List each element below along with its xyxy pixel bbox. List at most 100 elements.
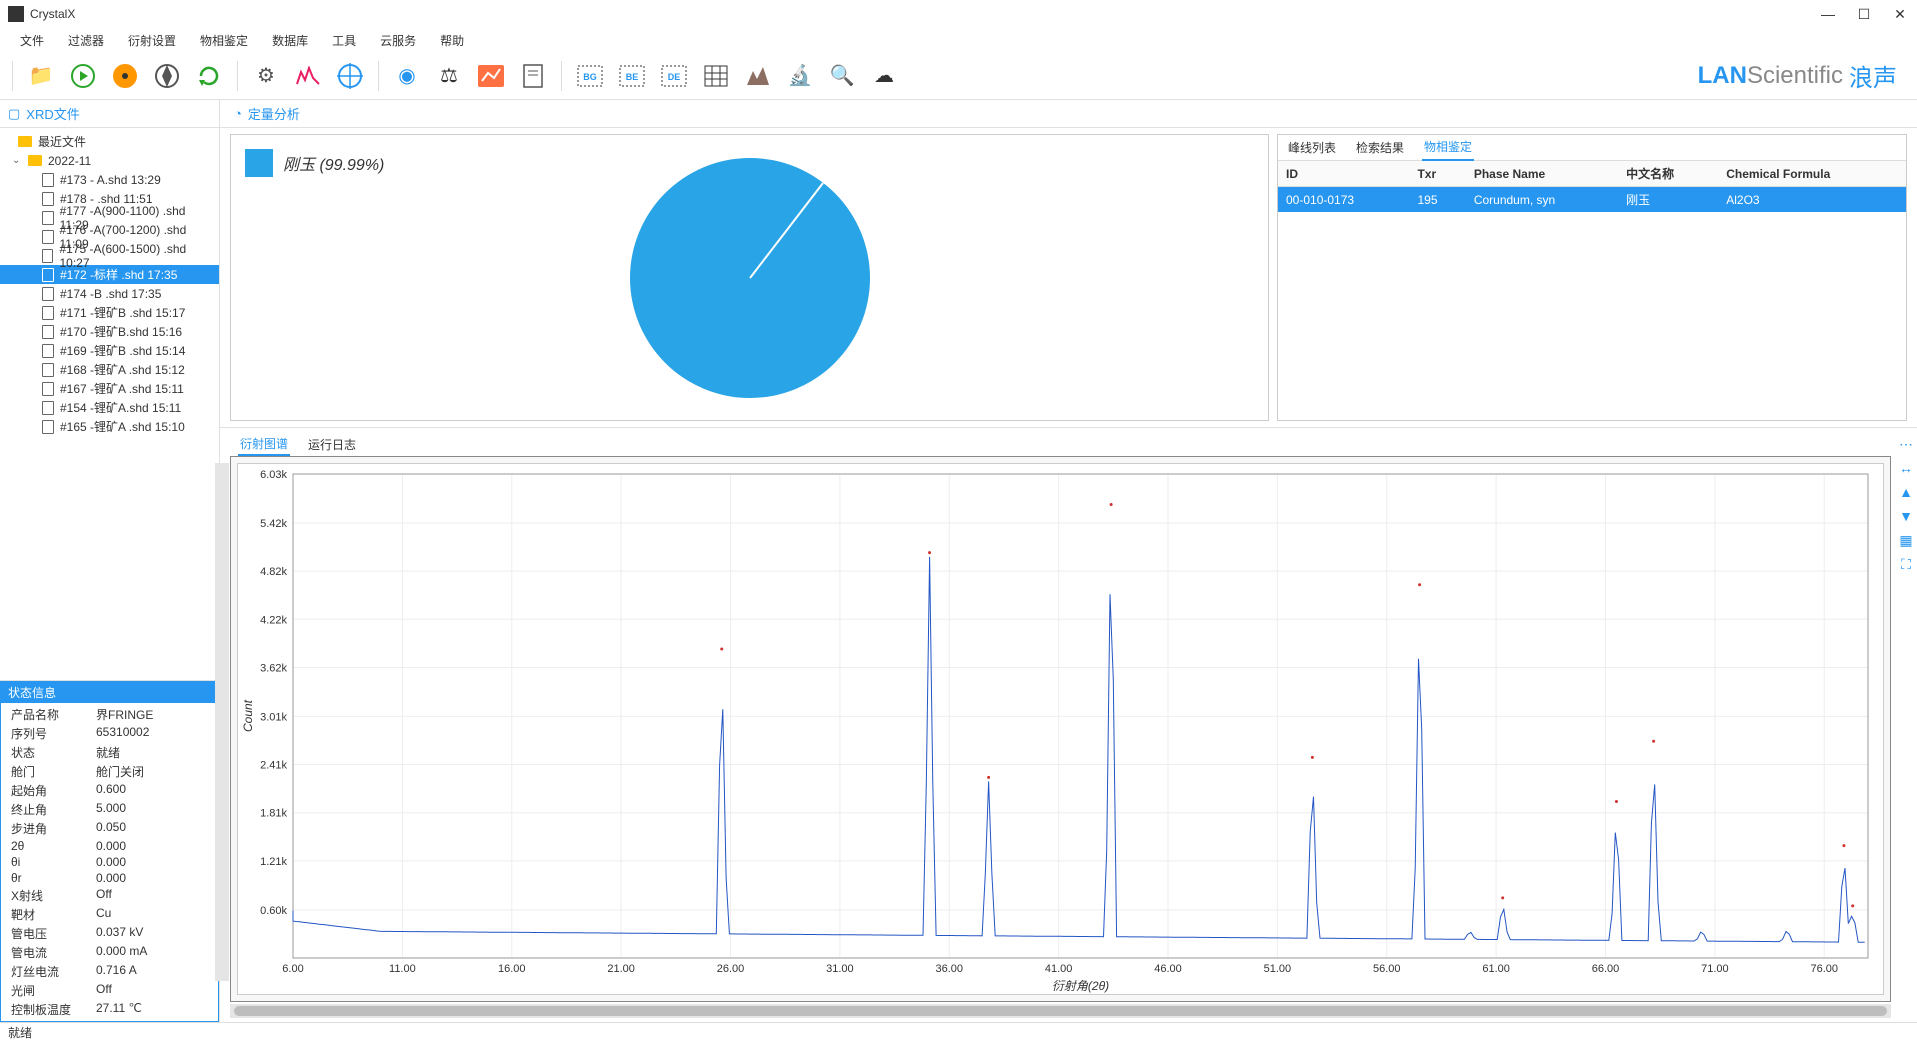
- tree-file-item[interactable]: #154 -锂矿A.shd 15:11: [0, 398, 219, 417]
- menu-item-3[interactable]: 物相鉴定: [190, 30, 258, 51]
- settings-button[interactable]: ⚙: [248, 58, 284, 94]
- status-row: 管电压0.037 kV: [1, 924, 218, 943]
- grid-button[interactable]: [698, 58, 734, 94]
- pie-chart-panel: 刚玉 (99.99%): [230, 134, 1269, 421]
- chart-vertical-scrollbar[interactable]: [215, 463, 229, 981]
- report-button[interactable]: [515, 58, 551, 94]
- pie-legend-label: 刚玉 (99.99%): [283, 151, 384, 175]
- be-button[interactable]: BE: [614, 58, 650, 94]
- tree-file-item[interactable]: #165 -锂矿A .shd 15:10: [0, 417, 219, 436]
- phase-table[interactable]: IDTxrPhase Name中文名称Chemical Formula00-01…: [1278, 161, 1906, 420]
- table-header[interactable]: Txr: [1409, 161, 1465, 187]
- status-row: 2θ0.000: [1, 838, 218, 854]
- menu-item-4[interactable]: 数据库: [262, 30, 318, 51]
- file-icon: [42, 344, 54, 358]
- status-bar-text: 就绪: [8, 1024, 32, 1041]
- fingerprint-button[interactable]: ◉: [389, 58, 425, 94]
- menu-item-0[interactable]: 文件: [10, 30, 54, 51]
- table-header[interactable]: Chemical Formula: [1718, 161, 1906, 187]
- phase-table-tabs: 峰线列表检索结果物相鉴定: [1278, 135, 1906, 161]
- trend-button[interactable]: [473, 58, 509, 94]
- svg-text:26.00: 26.00: [717, 963, 745, 975]
- analysis-button[interactable]: 🔬: [782, 58, 818, 94]
- svg-text:71.00: 71.00: [1701, 963, 1729, 975]
- pie-chart: [625, 153, 875, 403]
- tree-file-item[interactable]: #171 -锂矿B .shd 15:17: [0, 303, 219, 322]
- status-row: 终止角5.000: [1, 800, 218, 819]
- menu-item-5[interactable]: 工具: [322, 30, 366, 51]
- file-icon: [42, 325, 54, 339]
- table-row[interactable]: 00-010-0173195Corundum, syn刚玉Al2O3: [1278, 187, 1906, 213]
- chart-horizontal-scrollbar[interactable]: [230, 1004, 1891, 1018]
- tool-down-icon[interactable]: ▼: [1898, 508, 1914, 524]
- window-minimize-button[interactable]: —: [1819, 6, 1837, 23]
- status-panel-body: 产品名称界FRINGE序列号65310002状态就绪舱门舱门关闭起始角0.600…: [0, 703, 219, 1022]
- shutter-button[interactable]: [149, 58, 185, 94]
- chevron-down-icon: ⌄: [12, 155, 22, 166]
- svg-text:0.60k: 0.60k: [260, 905, 287, 917]
- tree-folder-recent[interactable]: 最近文件: [0, 132, 219, 151]
- status-row: 产品名称界FRINGE: [1, 705, 218, 724]
- tree-file-item[interactable]: #169 -锂矿B .shd 15:14: [0, 341, 219, 360]
- menu-item-1[interactable]: 过滤器: [58, 30, 114, 51]
- tool-up-icon[interactable]: ▲: [1898, 484, 1914, 500]
- file-tree[interactable]: 最近文件⌄2022-11#173 - A.shd 13:29#178 - .sh…: [0, 128, 219, 680]
- analysis-title: 定量分析: [248, 104, 300, 123]
- phase-tab-1[interactable]: 检索结果: [1354, 135, 1406, 160]
- svg-text:61.00: 61.00: [1482, 963, 1510, 975]
- svg-text:36.00: 36.00: [935, 963, 963, 975]
- radiation-button[interactable]: [107, 58, 143, 94]
- cloud-button[interactable]: ☁: [866, 58, 902, 94]
- title-bar: CrystalX — ☐ ✕: [0, 0, 1917, 28]
- svg-text:DE: DE: [668, 72, 681, 82]
- tree-file-item[interactable]: #175 -A(600-1500) .shd 10:27: [0, 246, 219, 265]
- menu-item-7[interactable]: 帮助: [430, 30, 474, 51]
- svg-text:56.00: 56.00: [1373, 963, 1401, 975]
- spectrum-button[interactable]: [290, 58, 326, 94]
- menu-item-2[interactable]: 衍射设置: [118, 30, 186, 51]
- brand-logo: LANScientific 浪声: [1698, 58, 1909, 93]
- table-header[interactable]: ID: [1278, 161, 1409, 187]
- bg-button[interactable]: BG: [572, 58, 608, 94]
- table-header[interactable]: 中文名称: [1618, 161, 1718, 187]
- de-button[interactable]: DE: [656, 58, 692, 94]
- status-row: 灯丝电流0.716 A: [1, 962, 218, 981]
- target-button[interactable]: [332, 58, 368, 94]
- tree-file-item[interactable]: #173 - A.shd 13:29: [0, 170, 219, 189]
- window-close-button[interactable]: ✕: [1891, 6, 1909, 23]
- search-button[interactable]: 🔍: [824, 58, 860, 94]
- window-maximize-button[interactable]: ☐: [1855, 6, 1873, 23]
- peaks-button[interactable]: [740, 58, 776, 94]
- refresh-button[interactable]: [191, 58, 227, 94]
- svg-text:4.82k: 4.82k: [260, 566, 287, 578]
- tree-file-item[interactable]: #170 -锂矿B.shd 15:16: [0, 322, 219, 341]
- tool-expand-icon[interactable]: ⛶: [1898, 556, 1914, 572]
- file-icon: [42, 173, 54, 187]
- open-folder-button[interactable]: 📁: [23, 58, 59, 94]
- tree-file-item[interactable]: #174 -B .shd 17:35: [0, 284, 219, 303]
- file-icon: [42, 249, 53, 263]
- table-header[interactable]: Phase Name: [1466, 161, 1618, 187]
- chart-tab-1[interactable]: 运行日志: [306, 434, 358, 455]
- menu-item-6[interactable]: 云服务: [370, 30, 426, 51]
- tree-file-item[interactable]: #167 -锂矿A .shd 15:11: [0, 379, 219, 398]
- file-icon: [42, 211, 54, 225]
- tree-file-item[interactable]: #168 -锂矿A .shd 15:12: [0, 360, 219, 379]
- file-icon: [42, 287, 54, 301]
- diffraction-chart[interactable]: 0.60k1.21k1.81k2.41k3.01k3.62k4.22k4.82k…: [238, 464, 1883, 994]
- phase-tab-0[interactable]: 峰线列表: [1286, 135, 1338, 160]
- tree-folder-month[interactable]: ⌄2022-11: [0, 151, 219, 170]
- status-bar: 就绪: [0, 1022, 1917, 1042]
- tool-horiz-icon[interactable]: ↔: [1898, 460, 1914, 476]
- tool-grid-icon[interactable]: ▦: [1898, 532, 1914, 548]
- menu-bar: 文件过滤器衍射设置物相鉴定数据库工具云服务帮助: [0, 28, 1917, 52]
- tool-more-icon[interactable]: ⋯: [1898, 436, 1914, 452]
- phase-tab-2[interactable]: 物相鉴定: [1422, 134, 1474, 161]
- run-button[interactable]: [65, 58, 101, 94]
- svg-text:66.00: 66.00: [1592, 963, 1620, 975]
- file-icon: [42, 230, 54, 244]
- chart-tab-0[interactable]: 衍射图谱: [238, 433, 290, 456]
- svg-text:3.62k: 3.62k: [260, 662, 287, 674]
- balance-button[interactable]: ⚖: [431, 58, 467, 94]
- status-row: 控制板温度27.11 ℃: [1, 1000, 218, 1019]
